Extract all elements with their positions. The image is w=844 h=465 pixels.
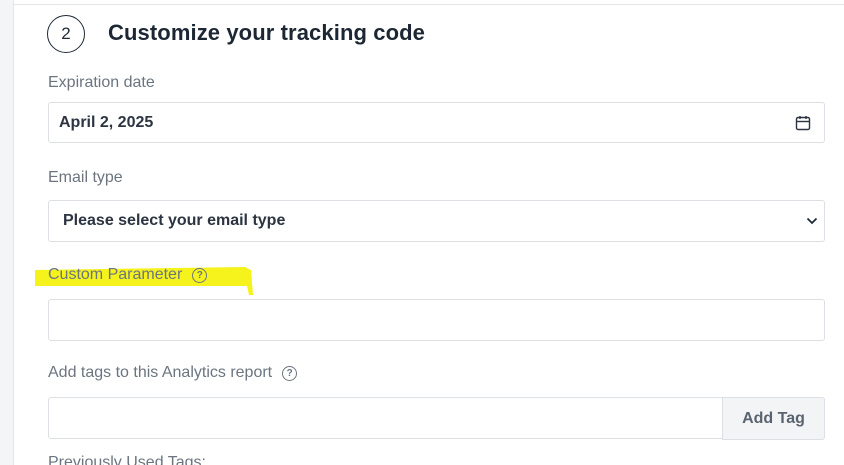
left-rail	[0, 0, 14, 465]
help-icon[interactable]: ?	[192, 267, 208, 283]
help-icon[interactable]: ?	[282, 365, 298, 381]
email-type-label: Email type	[48, 169, 123, 186]
top-divider	[13, 4, 844, 5]
tags-input[interactable]: Add Tag	[48, 397, 825, 440]
previously-used-tags-label: Previously Used Tags:	[48, 454, 206, 465]
expiration-date-label: Expiration date	[48, 74, 155, 91]
calendar-icon[interactable]	[795, 115, 811, 131]
expiration-date-field[interactable]: April 2, 2025	[48, 102, 825, 143]
page: 2 Customize your tracking code Expiratio…	[0, 0, 844, 465]
tags-label: Add tags to this Analytics report ?	[48, 364, 298, 382]
chevron-down-icon	[806, 217, 818, 225]
add-tag-button[interactable]: Add Tag	[722, 397, 825, 440]
step-number: 2	[61, 24, 71, 43]
section-title: Customize your tracking code	[108, 20, 425, 45]
expiration-date-value: April 2, 2025	[59, 113, 154, 131]
email-type-select[interactable]: Please select your email type	[48, 200, 825, 242]
step-number-badge: 2	[47, 15, 85, 53]
email-type-selected: Please select your email type	[63, 212, 286, 229]
custom-parameter-input[interactable]	[48, 299, 825, 341]
custom-parameter-label: Custom Parameter ?	[48, 266, 208, 284]
